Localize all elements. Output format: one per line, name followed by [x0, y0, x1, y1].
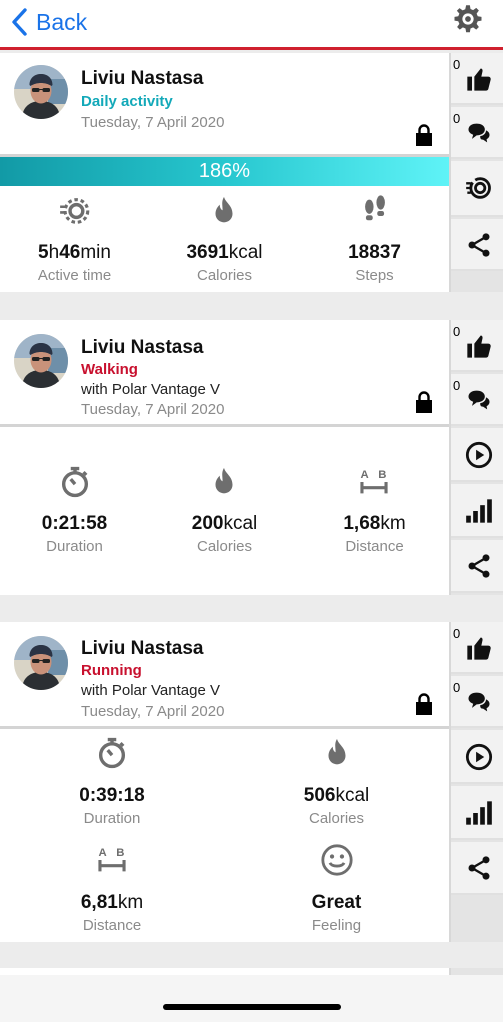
device-label: with Polar Vantage V [81, 682, 220, 699]
metric-feeling: Great Feeling [311, 892, 362, 934]
share-button[interactable] [451, 540, 503, 593]
metric-distance: 1,68km Distance [343, 513, 406, 555]
share-button[interactable] [451, 842, 503, 895]
activity-button[interactable] [451, 161, 503, 217]
bar-chart-icon [465, 799, 493, 827]
like-count: 0 [453, 626, 461, 641]
analysis-button[interactable] [451, 786, 503, 840]
metric-calories: 3691kcal Calories [186, 242, 263, 284]
distance-icon [95, 843, 129, 877]
flame-icon [207, 465, 241, 499]
metric-calories: 200kcal Calories [191, 513, 258, 555]
metric-active-time: 5h46min Active time [37, 242, 112, 284]
metric-duration: 0:21:58 Duration [41, 513, 108, 555]
metric-distance: 6,81km Distance [80, 892, 144, 934]
comment-icon [465, 688, 493, 716]
running-card[interactable]: Liviu Nastasa Running with Polar Vantage… [0, 622, 449, 942]
thumbs-up-icon [465, 65, 493, 93]
progress-label: 186% [198, 160, 251, 182]
metric-steps: 18837 Steps [348, 242, 401, 284]
avatar[interactable] [14, 65, 68, 119]
play-route-button[interactable] [451, 730, 503, 784]
comment-icon [465, 119, 493, 147]
like-button[interactable]: 0 [451, 53, 503, 105]
play-icon [465, 441, 493, 469]
comment-count: 0 [453, 378, 461, 393]
divider [0, 726, 449, 729]
user-name[interactable]: Liviu Nastasa [81, 638, 204, 660]
thumbs-up-icon [465, 332, 493, 360]
comment-button[interactable]: 0 [451, 107, 503, 159]
steps-icon [358, 194, 392, 228]
daily-activity-card[interactable]: Liviu Nastasa Daily activity Tuesday, 7 … [0, 53, 449, 292]
activity-date: Tuesday, 7 April 2020 [81, 114, 225, 131]
user-name[interactable]: Liviu Nastasa [81, 68, 204, 90]
activity-type: Daily activity [81, 93, 173, 110]
back-label: Back [36, 8, 88, 35]
bottom-area [0, 975, 503, 1022]
walking-actions: 0 0 [449, 320, 503, 595]
running-actions: 0 0 [449, 622, 503, 942]
comment-button[interactable]: 0 [451, 676, 503, 728]
divider [0, 424, 449, 427]
stopwatch-icon [58, 465, 92, 499]
activity-date: Tuesday, 7 April 2020 [81, 703, 225, 720]
stopwatch-icon [95, 736, 129, 770]
gear-icon[interactable] [453, 4, 483, 34]
flame-icon [207, 194, 241, 228]
chevron-left-icon [12, 8, 27, 36]
metric-calories: 506kcal Calories [303, 785, 370, 827]
avatar[interactable] [14, 334, 68, 388]
share-icon [465, 552, 493, 580]
comment-icon [465, 386, 493, 414]
comment-button[interactable]: 0 [451, 374, 503, 426]
walking-card[interactable]: Liviu Nastasa Walking with Polar Vantage… [0, 320, 449, 595]
activity-type: Walking [81, 361, 138, 378]
flame-icon [320, 736, 354, 770]
metric-duration: 0:39:18 Duration [79, 785, 145, 827]
smiley-icon [320, 843, 354, 877]
comment-count: 0 [453, 680, 461, 695]
activity-type: Running [81, 662, 142, 679]
analysis-button[interactable] [451, 484, 503, 538]
lock-icon [414, 124, 434, 146]
play-icon [465, 743, 493, 771]
active-time-icon [58, 194, 92, 228]
like-count: 0 [453, 57, 461, 72]
bar-chart-icon [465, 497, 493, 525]
top-bar: Back [0, 0, 503, 50]
home-indicator[interactable] [163, 1004, 341, 1010]
thumbs-up-icon [465, 634, 493, 662]
share-icon [465, 854, 493, 882]
user-name[interactable]: Liviu Nastasa [81, 337, 204, 359]
lock-icon [414, 391, 434, 413]
activity-rings-icon [465, 174, 493, 202]
device-label: with Polar Vantage V [81, 381, 220, 398]
comment-count: 0 [453, 111, 461, 126]
share-icon [465, 231, 493, 259]
back-button[interactable]: Back [10, 7, 87, 37]
activity-date: Tuesday, 7 April 2020 [81, 401, 225, 418]
daily-activity-actions: 0 0 [449, 53, 503, 292]
like-count: 0 [453, 324, 461, 339]
distance-icon [357, 465, 391, 499]
avatar[interactable] [14, 636, 68, 690]
daily-goal-progress-bar: 186% [0, 157, 449, 186]
play-route-button[interactable] [451, 428, 503, 482]
like-button[interactable]: 0 [451, 320, 503, 372]
like-button[interactable]: 0 [451, 622, 503, 674]
lock-icon [414, 693, 434, 715]
share-button[interactable] [451, 219, 503, 271]
